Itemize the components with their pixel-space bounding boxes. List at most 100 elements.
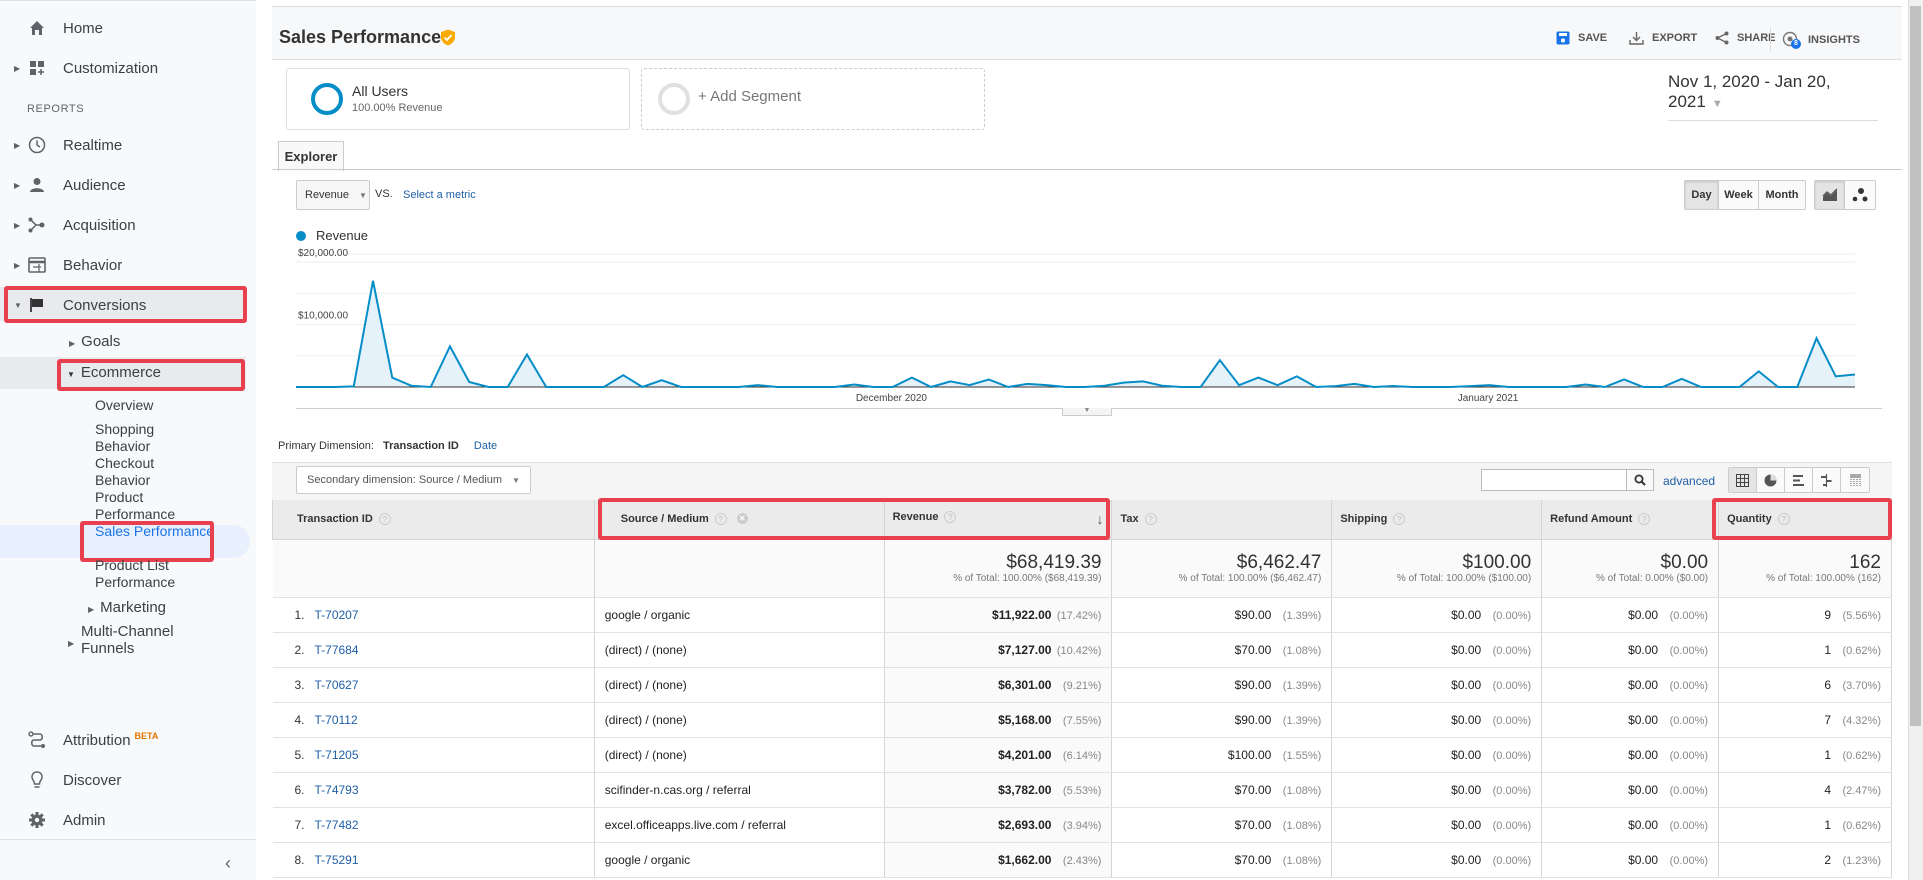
shipping-cell: $0.00 (0.00%) (1331, 737, 1543, 773)
quantity-cell: 1 (0.62%) (1718, 632, 1892, 668)
sidebar-item-home[interactable]: Home (0, 11, 256, 45)
column-header-refund-amount[interactable]: Refund Amount? (1541, 500, 1720, 540)
cell-value: 2 (1824, 852, 1831, 867)
sidebar-item-goals[interactable]: ▶ Goals (69, 333, 120, 352)
search-button[interactable] (1626, 469, 1654, 491)
secondary-dimension-select[interactable]: Secondary dimension: Source / Medium ▼ (296, 466, 531, 494)
advanced-filter-link[interactable]: advanced (1663, 474, 1715, 488)
select-metric-link[interactable]: Select a metric (403, 189, 476, 201)
metric-select[interactable]: Revenue ▼ (296, 180, 370, 210)
refund-cell: $0.00 (0.00%) (1541, 807, 1720, 843)
column-header-quantity[interactable]: Quantity? (1718, 500, 1892, 540)
sidebar-item-product-performance[interactable]: Product Performance (95, 489, 215, 523)
tab-explorer[interactable]: Explorer (278, 141, 344, 171)
help-icon[interactable]: ? (1393, 513, 1406, 526)
segment-all-users[interactable]: All Users 100.00% Revenue (286, 68, 630, 130)
column-header-revenue[interactable]: Revenue? ↓ (883, 500, 1113, 540)
transaction-id-link[interactable]: T-77684 (315, 643, 359, 657)
totals-row: $68,419.39% of Total: 100.00% ($68,419.3… (272, 539, 1892, 598)
insights-button[interactable]: 8 INSIGHTS (1782, 31, 1860, 49)
pivot-view-button[interactable] (1841, 468, 1869, 492)
transaction-id-link[interactable]: T-70627 (315, 678, 359, 692)
chart-resize-handle[interactable]: ▼ (1062, 407, 1112, 416)
week-button[interactable]: Week (1719, 181, 1759, 209)
cell-value: 6 (1824, 677, 1831, 692)
sidebar-item-customization[interactable]: ▶ Customization (0, 51, 256, 85)
sidebar-item-audience[interactable]: ▶ Audience (0, 168, 256, 202)
column-header-tax[interactable]: Tax? (1111, 500, 1333, 540)
sidebar-item-acquisition[interactable]: ▶ Acquisition (0, 208, 256, 242)
cell-percent: (0.00%) (1669, 819, 1709, 832)
share-button[interactable]: SHARE (1715, 31, 1776, 45)
transaction-id-link[interactable]: T-75291 (315, 853, 359, 867)
save-button[interactable]: SAVE (1556, 31, 1607, 45)
cell-percent: (1.23%) (1842, 854, 1881, 867)
comparison-view-button[interactable] (1813, 468, 1841, 492)
help-icon[interactable]: ? (1144, 513, 1157, 526)
table-search-input[interactable] (1481, 469, 1627, 491)
cell-percent: (0.00%) (1492, 784, 1532, 797)
transaction-id-link[interactable]: T-71205 (315, 748, 359, 762)
collapse-sidebar-icon[interactable]: ‹ (225, 853, 231, 874)
transaction-id-link[interactable]: T-70112 (315, 713, 358, 727)
help-icon[interactable]: ? (378, 513, 391, 526)
sidebar-item-shopping-behavior[interactable]: Shopping Behavior (95, 421, 185, 455)
flag-icon (28, 296, 46, 314)
sidebar-item-admin[interactable]: Admin (0, 803, 256, 837)
table-view-button[interactable] (1729, 468, 1757, 492)
sidebar-item-discover[interactable]: Discover (0, 763, 256, 797)
motion-chart-button[interactable] (1845, 181, 1875, 209)
sidebar-item-conversions[interactable]: ▼ Conversions (0, 288, 256, 322)
column-header-source-medium[interactable]: Source / Medium? ✕ (593, 500, 885, 540)
help-icon[interactable]: ? (1638, 513, 1651, 526)
help-icon[interactable]: ? (714, 513, 727, 526)
cell-percent: (1.39%) (1282, 714, 1322, 727)
sidebar-item-realtime[interactable]: ▶ Realtime (0, 128, 256, 162)
sidebar-item-behavior[interactable]: ▶ Behavior (0, 248, 256, 282)
line-chart-button[interactable] (1815, 181, 1845, 209)
column-header-transaction-id[interactable]: Transaction ID? (272, 500, 595, 540)
sidebar-item-multi-channel-funnels[interactable]: ▶ Multi-Channel Funnels (68, 623, 174, 657)
sidebar-item-sales-performance[interactable]: Sales Performance (95, 523, 215, 540)
pie-view-button[interactable] (1757, 468, 1785, 492)
help-icon[interactable]: ? (1777, 513, 1790, 526)
table-row: 7. T-77482 excel.officeapps.live.com / re… (272, 807, 1892, 843)
primary-dimension-date[interactable]: Date (474, 440, 497, 452)
sidebar-item-overview[interactable]: Overview (95, 397, 235, 414)
month-button[interactable]: Month (1759, 181, 1805, 209)
primary-dimension-transaction-id[interactable]: Transaction ID (383, 440, 459, 452)
x-tick-label: January 2021 (1458, 393, 1519, 404)
sidebar-item-ecommerce[interactable]: ▼ Ecommerce (67, 364, 161, 383)
transaction-id-link[interactable]: T-70207 (315, 608, 359, 622)
add-segment-button[interactable]: + Add Segment (641, 68, 985, 130)
shipping-cell: $0.00 (0.00%) (1331, 632, 1543, 668)
performance-view-button[interactable] (1785, 468, 1813, 492)
transaction-id-link[interactable]: T-74793 (315, 783, 359, 797)
segment-ring-icon (658, 83, 690, 115)
scrollbar-thumb[interactable] (1910, 6, 1921, 726)
sidebar-item-checkout-behavior[interactable]: Checkout Behavior (95, 455, 185, 489)
quantity-cell: 4 (2.47%) (1718, 772, 1892, 808)
beta-badge: BETA (134, 731, 159, 741)
date-range-picker[interactable]: Nov 1, 2020 - Jan 20, 2021 ▼ (1668, 72, 1878, 121)
sidebar-item-label: Behavior (63, 256, 123, 274)
help-icon[interactable]: ? (944, 511, 957, 524)
day-button[interactable]: Day (1685, 181, 1719, 209)
cell-percent: (1.39%) (1282, 679, 1322, 692)
source-medium-cell: excel.officeapps.live.com / referral (594, 807, 885, 843)
transaction-id-link[interactable]: T-77482 (315, 818, 359, 832)
cell-percent: (3.94%) (1062, 819, 1102, 832)
remove-dimension-icon[interactable]: ✕ (736, 513, 748, 525)
table-row: 3. T-70627 (direct) / (none) $6,301.00 (9.… (272, 667, 1892, 703)
sidebar-item-label: Funnels (81, 640, 135, 657)
cell-percent: (7.55%) (1062, 714, 1102, 727)
sidebar-item-product-list-performance[interactable]: Product List Performance (95, 557, 215, 591)
sidebar-item-attribution[interactable]: Attribution BETA (0, 723, 256, 757)
column-header-label: Quantity (1727, 513, 1772, 526)
quantity-cell: 2 (1.23%) (1718, 842, 1892, 878)
export-button[interactable]: EXPORT (1629, 31, 1697, 45)
cell-percent: (1.55%) (1282, 749, 1322, 762)
column-header-shipping[interactable]: Shipping? (1331, 500, 1543, 540)
sidebar-item-marketing[interactable]: ▶ Marketing (88, 599, 166, 618)
person-icon (28, 176, 46, 194)
